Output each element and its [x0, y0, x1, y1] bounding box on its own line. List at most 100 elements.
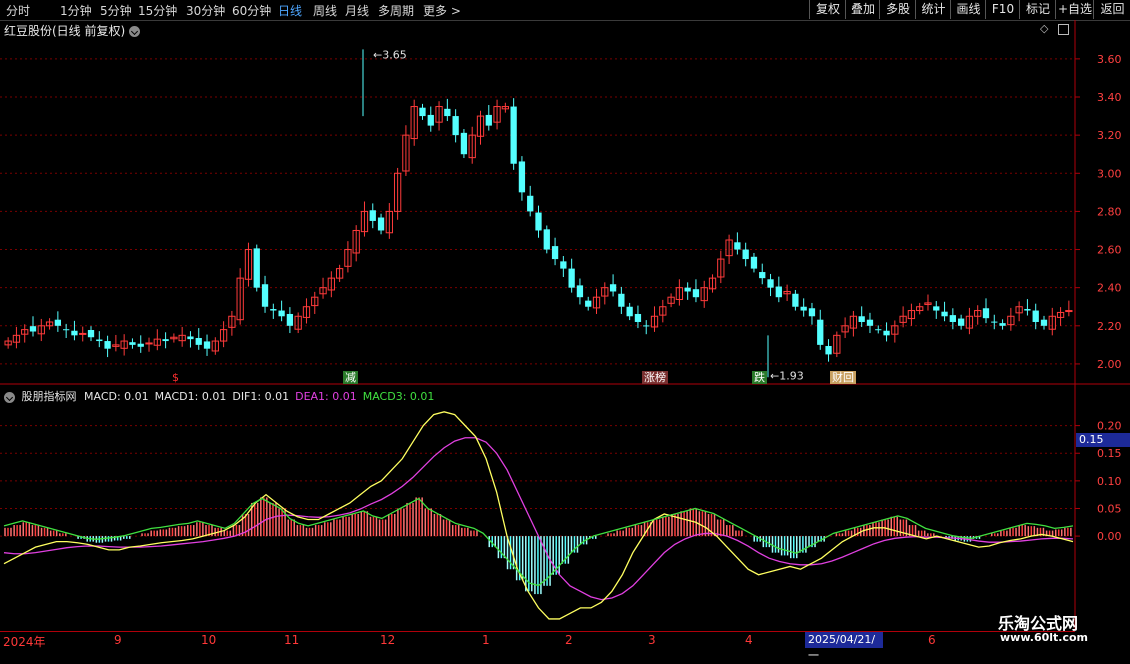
min-price-label: ←1.93	[770, 369, 804, 382]
candle-body	[618, 293, 625, 307]
date-tick: 6	[928, 633, 936, 647]
candle-body	[518, 161, 526, 193]
indicator-value-3: DEA1: 0.01	[295, 390, 357, 403]
candle-body	[759, 272, 766, 279]
candle-body	[883, 330, 890, 336]
indicator-label: 0.05	[1097, 502, 1122, 515]
candle-body	[369, 210, 376, 221]
candle-body	[866, 319, 874, 326]
date-tick: 2	[565, 633, 573, 647]
candle-body	[444, 108, 451, 117]
cursor-date-tag: 2025/04/21/一	[805, 632, 883, 662]
date-tick: 3	[648, 633, 656, 647]
candle-body	[1040, 319, 1048, 326]
max-price-label: ←3.65	[373, 48, 407, 61]
indicator-label: 0.20	[1097, 420, 1122, 433]
candle-body	[261, 284, 269, 307]
candle-body	[999, 323, 1006, 326]
candle-body	[792, 293, 799, 307]
candle-body	[684, 287, 691, 292]
indicator-value-0: MACD: 0.01	[84, 390, 149, 403]
price-label: 2.20	[1097, 320, 1122, 333]
cursor-value-tag: 0.15	[1076, 433, 1130, 447]
candle-body	[527, 195, 534, 212]
indicator-label: 0.15	[1097, 447, 1122, 460]
candle-body	[626, 306, 633, 317]
candle-body	[609, 284, 617, 292]
signal-marker: 涨榜	[642, 371, 668, 384]
kline-chart[interactable]: 3.60 3.40 3.20 3.00 2.80 2.60 2.40 2.20 2.00 ←3.6…	[0, 0, 1130, 650]
candle-body	[775, 286, 782, 298]
candle-body	[808, 308, 816, 317]
date-tick: 9	[114, 633, 122, 647]
date-tick: 4	[745, 633, 753, 647]
candle-body	[427, 114, 434, 126]
candle-body	[419, 107, 426, 117]
indicator-label: 0.10	[1097, 475, 1122, 488]
candle-body	[1065, 310, 1073, 313]
candle-body	[957, 318, 965, 326]
price-label: 2.80	[1097, 205, 1122, 218]
candle-body	[87, 329, 95, 338]
candle-body	[734, 242, 741, 250]
signal-marker: 财回	[830, 371, 856, 384]
signal-marker: 减	[343, 371, 358, 384]
candle-body	[825, 346, 832, 355]
candle-body	[270, 309, 277, 311]
candle-body	[585, 300, 592, 307]
indicator-value-2: DIF1: 0.01	[232, 390, 290, 403]
candle-body	[203, 341, 211, 349]
candle-body	[79, 332, 87, 335]
candle-body	[253, 248, 260, 288]
price-label: 3.40	[1097, 91, 1122, 104]
candle-body	[1024, 309, 1031, 311]
candle-body	[377, 217, 385, 231]
candle-body	[286, 313, 294, 326]
candle-body	[162, 339, 169, 342]
price-label: 2.60	[1097, 244, 1122, 257]
chevron-down-icon[interactable]	[4, 391, 15, 403]
candle-body	[187, 336, 194, 340]
candle-body	[137, 343, 144, 347]
candle-body	[543, 229, 550, 250]
candle-body	[982, 308, 990, 319]
candle-body	[1032, 310, 1039, 322]
candle-body	[767, 279, 774, 288]
candle-body	[551, 246, 559, 260]
candle-body	[576, 285, 584, 298]
candle-body	[933, 306, 940, 311]
indicator-legend: 股朋指标网 MACD: 0.01 MACD1: 0.01 DIF1: 0.01 DEA…	[4, 388, 446, 404]
date-tick: 10	[201, 633, 217, 647]
candle-body	[104, 341, 111, 349]
candle-body	[560, 261, 567, 269]
candle-body	[29, 326, 37, 332]
price-label: 2.40	[1097, 282, 1122, 295]
watermark-url: www.60lt.com	[1000, 631, 1089, 644]
price-label: 3.00	[1097, 167, 1122, 180]
candle-body	[63, 329, 70, 331]
candle-body	[941, 311, 948, 317]
candle-body	[145, 342, 153, 345]
candle-body	[535, 212, 542, 231]
candle-body	[800, 306, 807, 311]
candle-body	[510, 106, 517, 164]
date-axis: 2024年 9 10 11 12 1 2 3 4 6	[0, 631, 1075, 651]
candle-body	[452, 116, 459, 136]
candle-body	[750, 256, 758, 269]
candle-body	[129, 342, 136, 345]
candle-body	[634, 313, 642, 322]
candle-body	[195, 338, 202, 345]
candle-body	[485, 114, 492, 126]
candle-body	[460, 132, 468, 155]
candle-body	[54, 319, 62, 326]
indicator-label: 0.00	[1097, 530, 1122, 543]
candle-body	[817, 319, 824, 345]
candle-body	[742, 249, 749, 260]
candle-body	[949, 315, 956, 322]
date-tick: 1	[482, 633, 490, 647]
date-tick: 12	[380, 633, 396, 647]
price-label: 3.60	[1097, 53, 1122, 66]
price-label: 3.20	[1097, 129, 1122, 142]
candle-body	[858, 316, 865, 322]
candle-body	[278, 310, 285, 317]
